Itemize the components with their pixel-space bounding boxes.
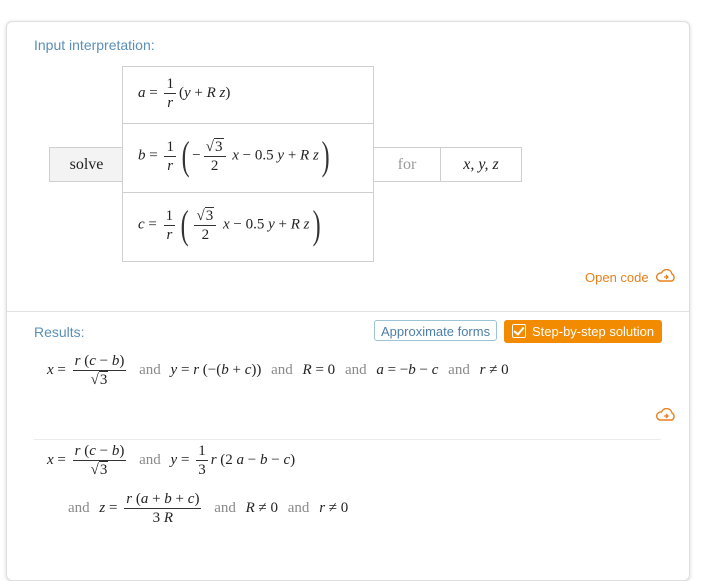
and-word: and	[214, 499, 236, 516]
result-divider	[34, 439, 661, 440]
and-word: and	[448, 361, 470, 378]
and-word: and	[344, 361, 367, 378]
pod-divider	[7, 311, 689, 312]
results-pod-title: Results:	[34, 324, 85, 340]
result-2-line-2: and z = r (a + b + c) 3 R and R ≠ 0 and r…	[68, 491, 349, 526]
equation-c: c = 1 r(√3 2 x − 0.5 y + R z)	[138, 202, 321, 247]
and-word: and	[271, 361, 293, 378]
variables-cell: x, y, z	[440, 147, 522, 182]
result-1: x = r (c − b) √3 and y = r (−(b + c)) and…	[47, 353, 509, 388]
solve-cell: solve	[49, 147, 124, 182]
approximate-forms-button[interactable]: Approximate forms	[374, 320, 498, 341]
result-2-line-1: x = r (c − b) √3 and y = 13r (2 a − b − c…	[47, 443, 296, 478]
equation-a-cell: a = 1 r (y + R z)	[122, 66, 374, 124]
equation-b-cell: b = 1 r(− √3 2 x − 0.5 y + R z)	[122, 123, 374, 193]
and-word: and	[139, 361, 161, 378]
wolfram-result-card: Input interpretation: solve a = 1 r (y + R…	[6, 21, 690, 581]
step-by-step-button[interactable]: Step-by-step solution	[504, 320, 663, 343]
for-cell: for	[373, 147, 441, 182]
for-label: for	[397, 156, 417, 173]
cloud-upload-icon[interactable]	[655, 408, 677, 422]
equation-b: b = 1 r(− √3 2 x − 0.5 y + R z)	[138, 133, 330, 178]
equation-c-cell: c = 1 r(√3 2 x − 0.5 y + R z)	[122, 192, 374, 262]
and-word: and	[287, 499, 310, 516]
open-code-link[interactable]: Open code	[585, 270, 649, 285]
checkbox-icon	[512, 324, 526, 338]
equation-a: a = 1 r (y + R z)	[138, 76, 231, 111]
solve-label: solve	[69, 156, 104, 173]
input-pod-title: Input interpretation:	[34, 37, 155, 53]
variables-label: x, y, z	[463, 156, 499, 173]
and-word: and	[139, 451, 161, 468]
and-word: and	[68, 499, 90, 516]
cloud-upload-icon[interactable]	[655, 269, 677, 283]
step-by-step-label: Step-by-step solution	[532, 324, 655, 339]
